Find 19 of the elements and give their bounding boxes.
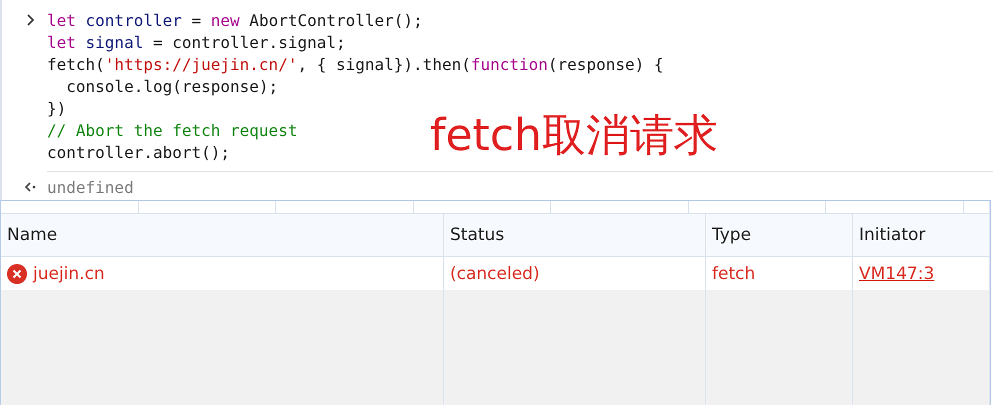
column-header[interactable]: Type [712, 225, 752, 245]
code-line: let controller = new AbortController(); [47, 10, 423, 30]
status-text: (canceled) [450, 264, 540, 284]
type-text: fetch [712, 264, 756, 284]
code-line: controller.abort(); [47, 142, 230, 162]
initiator-link[interactable]: VM147:3 [859, 264, 934, 284]
request-name[interactable]: juejin.cn [33, 264, 105, 284]
code-line: }) [47, 98, 66, 118]
code-line: console.log(response); [65, 76, 278, 96]
result-text: undefined [47, 178, 134, 196]
column-header[interactable]: Status [450, 225, 504, 245]
return-arrow-icon [24, 182, 36, 192]
code-line: // Abort the fetch request [47, 120, 298, 140]
column-header[interactable]: Name [7, 225, 58, 245]
prompt-chevron-icon [26, 14, 34, 26]
annotation-text: fetch取消请求 [430, 109, 718, 163]
code-line: let signal = controller.signal; [47, 32, 346, 52]
code-line: fetch('https://juejin.cn/', { signal}).then(function(response) { [47, 54, 664, 74]
column-header[interactable]: Initiator [859, 225, 926, 245]
